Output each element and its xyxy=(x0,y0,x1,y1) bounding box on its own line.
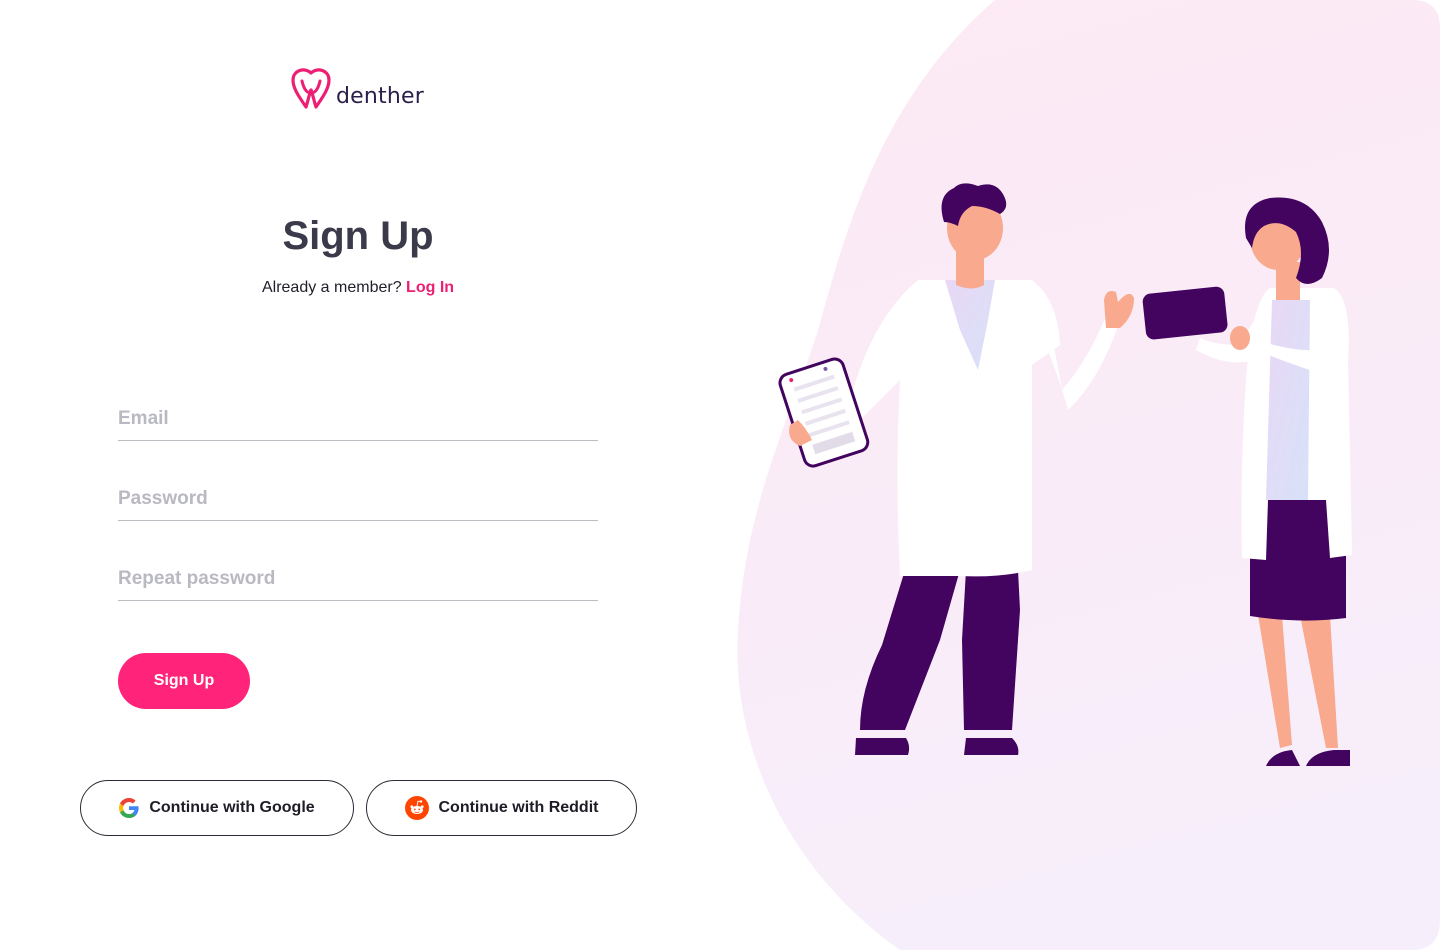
logo-icon xyxy=(291,68,331,109)
illustration-panel xyxy=(720,0,1440,950)
email-field-wrapper xyxy=(118,397,598,441)
brand-logo[interactable]: denther xyxy=(290,66,424,110)
password-field-wrapper xyxy=(118,477,598,521)
repeat-password-field[interactable] xyxy=(118,557,598,600)
reddit-icon xyxy=(404,796,429,820)
password-field[interactable] xyxy=(118,477,598,520)
repeat-password-field-wrapper xyxy=(118,557,598,601)
login-link[interactable]: Log In xyxy=(406,279,454,296)
signup-button[interactable]: Sign Up xyxy=(118,653,250,709)
already-member-text: Already a member? xyxy=(261,279,402,296)
reddit-button[interactable]: Continue with Reddit xyxy=(366,780,637,836)
google-button[interactable]: Continue with Google xyxy=(80,780,354,836)
email-field[interactable] xyxy=(118,397,598,440)
google-icon xyxy=(119,798,139,818)
signup-panel: denther Sign Up Already a member? Log In… xyxy=(0,0,720,950)
brand-name: denther xyxy=(336,84,424,109)
doctors-illustration xyxy=(737,0,1440,950)
google-button-label: Continue with Google xyxy=(149,799,315,816)
page-title: Sign Up xyxy=(282,214,434,258)
login-prompt: Already a member? Log In xyxy=(0,279,716,297)
reddit-button-label: Continue with Reddit xyxy=(438,799,599,816)
